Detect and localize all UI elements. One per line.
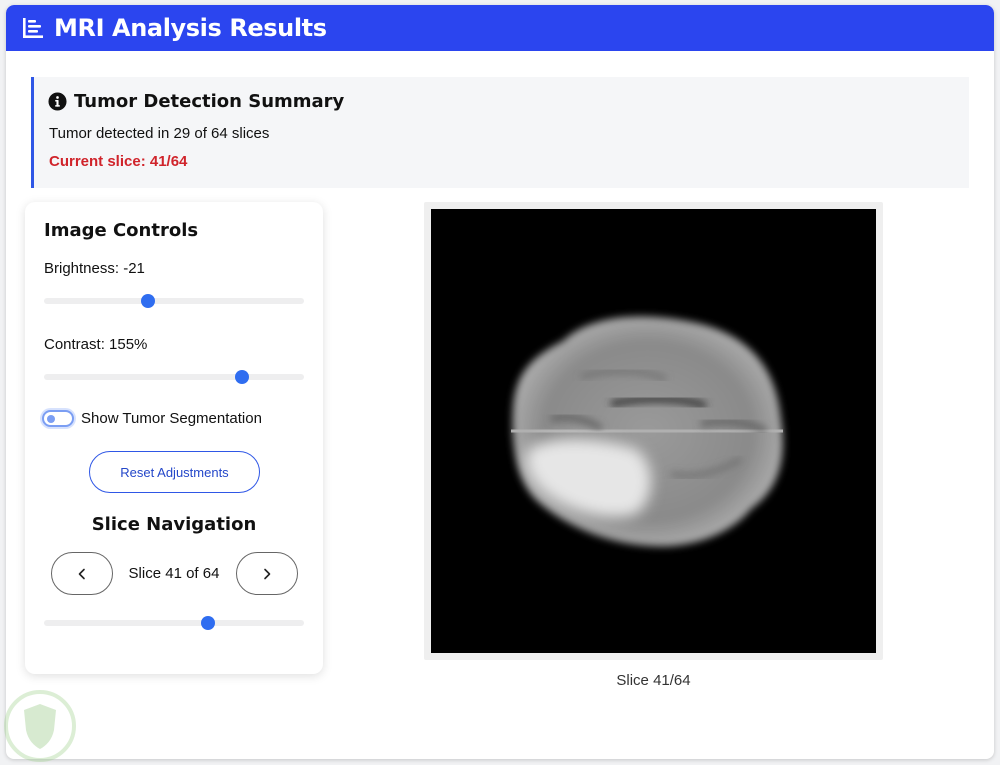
- segmentation-toggle-row[interactable]: Show Tumor Segmentation: [42, 410, 262, 427]
- segmentation-toggle-label[interactable]: Show Tumor Segmentation: [81, 410, 262, 427]
- previous-slice-button[interactable]: [51, 552, 113, 595]
- mri-slice-image: [431, 209, 876, 653]
- detection-count-text: Tumor detected in 29 of 64 slices: [49, 125, 270, 142]
- brightness-slider[interactable]: [44, 294, 304, 308]
- watermark-logo: [4, 690, 76, 762]
- chevron-left-icon: [78, 568, 85, 579]
- reset-adjustments-button[interactable]: Reset Adjustments: [89, 451, 260, 493]
- summary-title: Tumor Detection Summary: [74, 91, 345, 112]
- brightness-label: Brightness: -21: [44, 260, 145, 277]
- slice-slider[interactable]: [44, 616, 304, 630]
- contrast-slider[interactable]: [44, 370, 304, 384]
- segmentation-toggle[interactable]: [42, 410, 74, 427]
- contrast-label: Contrast: 155%: [44, 336, 148, 353]
- bar-chart-icon: [23, 18, 43, 38]
- brightness-slider-thumb[interactable]: [141, 294, 155, 308]
- summary-heading: Tumor Detection Summary: [48, 91, 344, 112]
- current-slice-alert: Current slice: 41/64: [49, 153, 188, 170]
- page-title: MRI Analysis Results: [54, 14, 327, 42]
- slice-caption: Slice 41/64: [616, 672, 691, 689]
- tumor-summary-panel: Tumor Detection Summary Tumor detected i…: [31, 77, 969, 188]
- brain-scan-image: [511, 316, 783, 547]
- info-icon: [48, 92, 67, 111]
- next-slice-button[interactable]: [236, 552, 298, 595]
- app-header: MRI Analysis Results: [6, 5, 994, 51]
- slice-indicator: Slice 41 of 64: [128, 565, 220, 582]
- slice-navigation-title: Slice Navigation: [91, 514, 257, 535]
- mri-viewer: [424, 202, 883, 660]
- slice-slider-thumb[interactable]: [200, 616, 215, 630]
- contrast-slider-thumb[interactable]: [234, 370, 249, 384]
- image-controls-panel: Image Controls Brightness: -21 Contrast:…: [25, 202, 323, 674]
- toggle-knob: [47, 415, 55, 423]
- image-controls-title: Image Controls: [44, 220, 199, 241]
- chevron-right-icon: [264, 568, 271, 579]
